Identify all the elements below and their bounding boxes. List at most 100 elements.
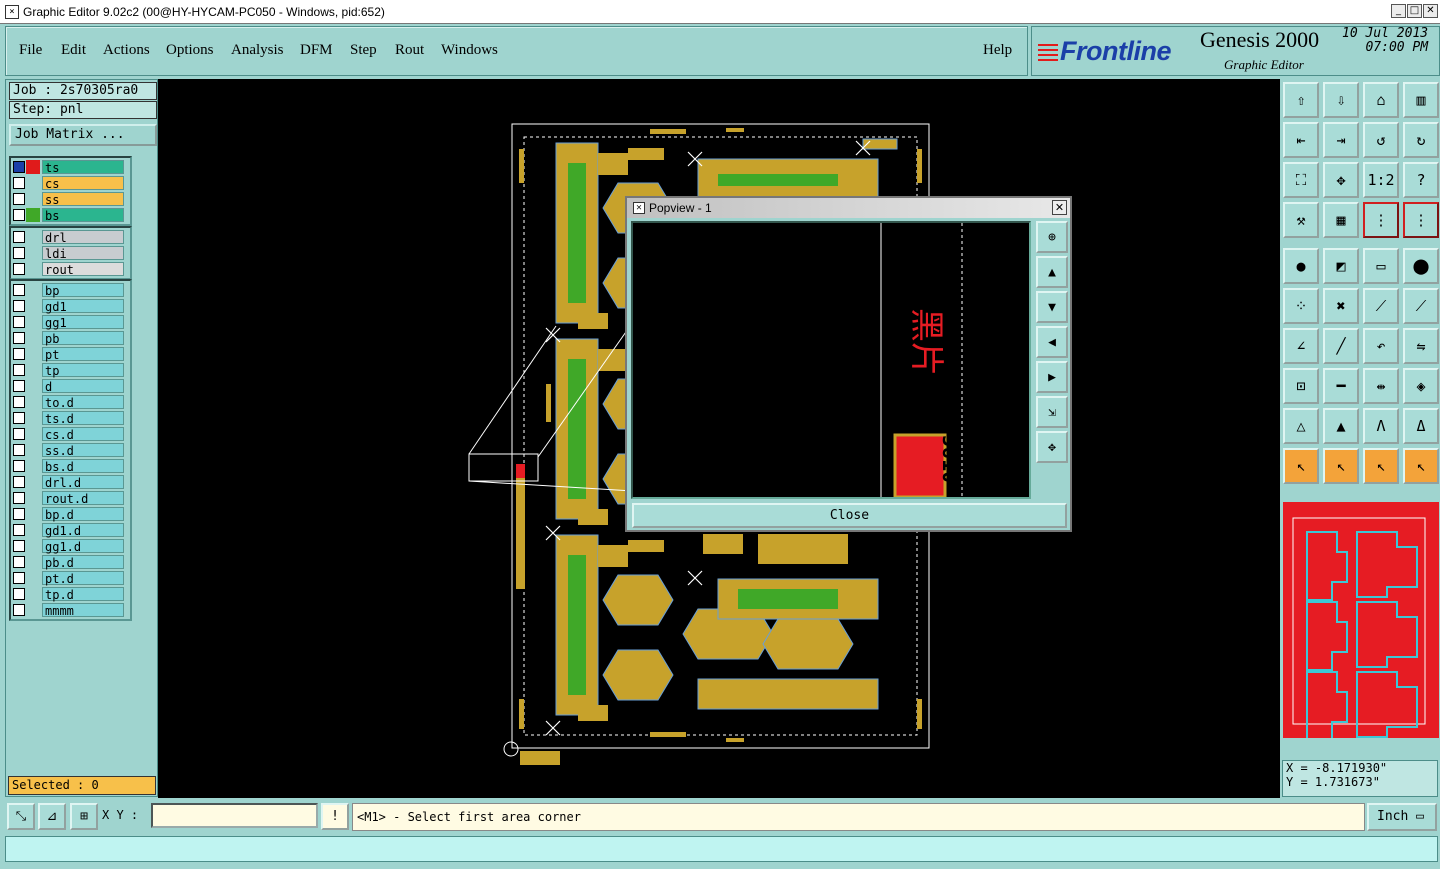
popview-pan-up-button[interactable]: ▲ (1036, 256, 1068, 288)
layer-row-rout[interactable]: rout (13, 261, 130, 277)
home-icon[interactable]: ⌂ (1363, 82, 1399, 118)
layer-checkbox[interactable] (13, 247, 25, 259)
popview-pan-right-button[interactable]: ▶ (1036, 361, 1068, 393)
layers-a-icon[interactable]: ⋮ (1363, 202, 1399, 238)
layer-row-gg1[interactable]: gg1 (13, 314, 130, 330)
layer-row-rout.d[interactable]: rout.d (13, 490, 130, 506)
layer-row-gg1.d[interactable]: gg1.d (13, 538, 130, 554)
connect-icon[interactable]: ⁘ (1283, 288, 1319, 324)
layer-row-mmmm[interactable]: mmmm (13, 602, 130, 618)
menu-analysis[interactable]: Analysis (231, 42, 284, 59)
measure-icon[interactable]: ⇹ (1363, 368, 1399, 404)
layer-row-bs.d[interactable]: bs.d (13, 458, 130, 474)
redo-icon[interactable]: ↻ (1403, 122, 1439, 158)
layer-checkbox[interactable] (13, 412, 25, 424)
help-icon[interactable]: ? (1403, 162, 1439, 198)
layer-checkbox[interactable] (13, 460, 25, 472)
tri3-icon[interactable]: Λ (1363, 408, 1399, 444)
layer-checkbox[interactable] (13, 444, 25, 456)
layer-row-ts.d[interactable]: ts.d (13, 410, 130, 426)
info-icon[interactable]: ! (321, 803, 349, 830)
layers-b-icon[interactable]: ⋮ (1403, 202, 1439, 238)
layer-row-gd1[interactable]: gd1 (13, 298, 130, 314)
fit-icon[interactable]: ⛶ (1283, 162, 1319, 198)
layer-row-ts[interactable]: ts (13, 159, 130, 175)
layer-checkbox[interactable] (13, 524, 25, 536)
left-icon[interactable]: ⇤ (1283, 122, 1319, 158)
layer-checkbox[interactable] (13, 332, 25, 344)
layer-name[interactable]: tp.d (42, 587, 124, 602)
minus-icon[interactable]: ━ (1323, 368, 1359, 404)
select-icon[interactable]: ↖ (1283, 448, 1319, 484)
layer-name[interactable]: pb (42, 331, 124, 346)
link2-icon[interactable]: ⟋ (1403, 288, 1439, 324)
tri1-icon[interactable]: △ (1283, 408, 1319, 444)
layer-name[interactable]: ldi (42, 246, 124, 261)
tri2-icon[interactable]: ▲ (1323, 408, 1359, 444)
popview-pan-left-button[interactable]: ◀ (1036, 326, 1068, 358)
layer-row-bp.d[interactable]: bp.d (13, 506, 130, 522)
layer-name[interactable]: bp (42, 283, 124, 298)
layer-row-bp[interactable]: bp (13, 282, 130, 298)
undo-icon[interactable]: ↺ (1363, 122, 1399, 158)
menu-edit[interactable]: Edit (61, 42, 86, 59)
tri4-icon[interactable]: Δ (1403, 408, 1439, 444)
layer-name[interactable]: cs.d (42, 427, 124, 442)
layer-name[interactable]: mmmm (42, 603, 124, 618)
job-matrix-button[interactable]: Job Matrix ... (9, 124, 157, 146)
menu-step[interactable]: Step (350, 42, 377, 59)
layer-name[interactable]: cs (42, 176, 124, 191)
shape-icon[interactable]: ◈ (1403, 368, 1439, 404)
line-icon[interactable]: ◩ (1323, 248, 1359, 284)
layer-name[interactable]: bp.d (42, 507, 124, 522)
layer-name[interactable]: bs.d (42, 459, 124, 474)
popview-fit-button[interactable]: ⇲ (1036, 396, 1068, 428)
pad-icon[interactable]: ● (1283, 248, 1319, 284)
layer-row-ss[interactable]: ss (13, 191, 130, 207)
layer-checkbox[interactable] (13, 492, 25, 504)
layer-checkbox[interactable] (13, 364, 25, 376)
layer-name[interactable]: gg1 (42, 315, 124, 330)
layer-checkbox[interactable] (13, 161, 25, 173)
angle-icon[interactable]: ∠ (1283, 328, 1319, 364)
dot-icon[interactable]: ⬤ (1403, 248, 1439, 284)
arc-icon[interactable]: ↶ (1363, 328, 1399, 364)
layer-row-d[interactable]: d (13, 378, 130, 394)
layer-name[interactable]: ss.d (42, 443, 124, 458)
right-icon[interactable]: ⇥ (1323, 122, 1359, 158)
layer-checkbox[interactable] (13, 284, 25, 296)
layer-row-pb[interactable]: pb (13, 330, 130, 346)
layer-name[interactable]: gd1 (42, 299, 124, 314)
popview-canvas[interactable]: 黑片 5810 (631, 221, 1031, 499)
close-window-button[interactable]: ✕ (1423, 4, 1438, 18)
layer-checkbox[interactable] (13, 396, 25, 408)
layer-checkbox[interactable] (13, 231, 25, 243)
layer-name[interactable]: to.d (42, 395, 124, 410)
layer-name[interactable]: bs (42, 208, 124, 223)
menu-windows[interactable]: Windows (441, 42, 498, 59)
layer-name[interactable]: pb.d (42, 555, 124, 570)
layer-name[interactable]: ts.d (42, 411, 124, 426)
import-icon[interactable]: ⇩ (1323, 82, 1359, 118)
layer-checkbox[interactable] (13, 556, 25, 568)
layer-row-drl[interactable]: drl (13, 229, 130, 245)
layer-row-ldi[interactable]: ldi (13, 245, 130, 261)
menu-file[interactable]: File (19, 42, 42, 59)
layer-checkbox[interactable] (13, 588, 25, 600)
panel-icon[interactable]: ▥ (1403, 82, 1439, 118)
xy-input[interactable] (151, 803, 318, 828)
slash-icon[interactable]: ╱ (1323, 328, 1359, 364)
layer-checkbox[interactable] (13, 263, 25, 275)
menu-rout[interactable]: Rout (395, 42, 424, 59)
layer-row-cs.d[interactable]: cs.d (13, 426, 130, 442)
menu-options[interactable]: Options (166, 42, 214, 59)
layer-row-to.d[interactable]: to.d (13, 394, 130, 410)
center-icon[interactable]: ✥ (1323, 162, 1359, 198)
menu-actions[interactable]: Actions (103, 42, 150, 59)
scale-icon[interactable]: 1:2 (1363, 162, 1399, 198)
cross-icon[interactable]: ✖ (1323, 288, 1359, 324)
grid-icon[interactable]: ⊞ (70, 803, 98, 830)
layer-checkbox[interactable] (13, 193, 25, 205)
minimize-button[interactable]: _ (1391, 4, 1406, 18)
layer-name[interactable]: gg1.d (42, 539, 124, 554)
